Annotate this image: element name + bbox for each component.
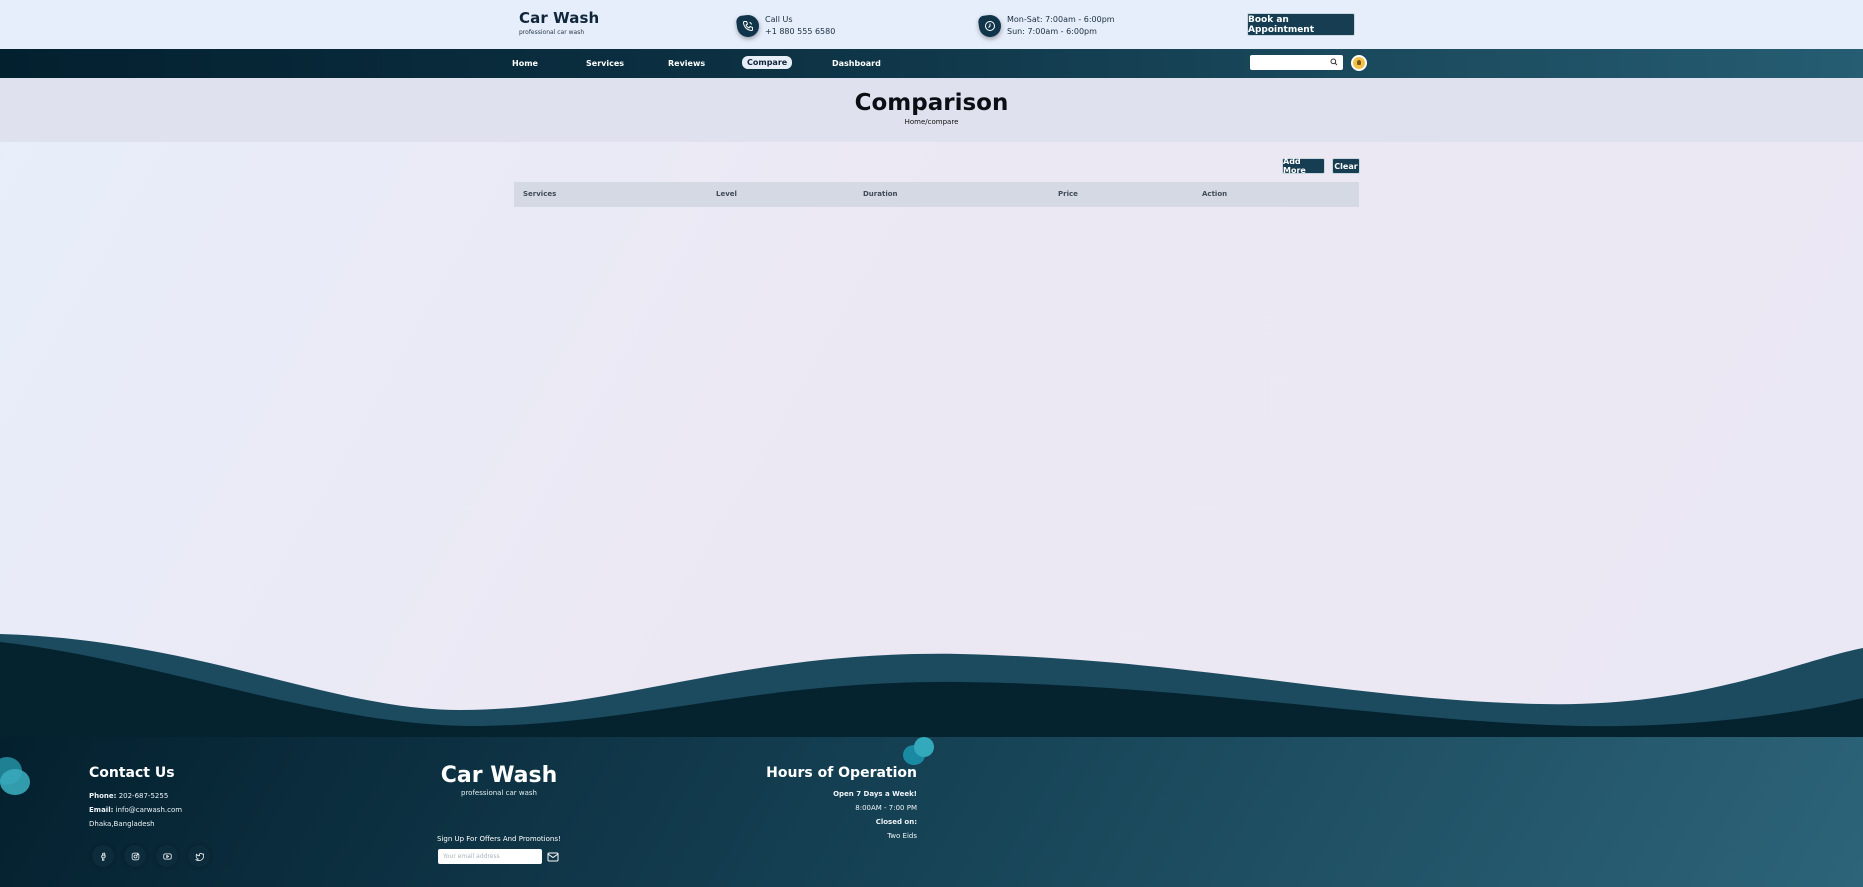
call-info: Call Us +1 880 555 6580 xyxy=(735,13,835,39)
hours-sunday: Sun: 7:00am - 6:00pm xyxy=(1007,27,1097,36)
mail-icon xyxy=(547,852,558,861)
footer-brand: Car Wash professional car wash xyxy=(437,763,561,797)
column-header-duration: Duration xyxy=(863,190,898,198)
email-label: Email: xyxy=(89,806,114,814)
clock-icon xyxy=(977,13,1003,39)
nav-item-compare[interactable]: Compare xyxy=(742,56,793,69)
page-title: Comparison xyxy=(854,90,1009,116)
nav-item-reviews[interactable]: Reviews xyxy=(663,57,710,70)
decorative-blob xyxy=(914,737,934,757)
youtube-icon[interactable] xyxy=(156,845,178,867)
page-banner: Comparison Home/compare xyxy=(0,78,1863,142)
clear-button[interactable]: Clear xyxy=(1332,158,1360,174)
send-email-button[interactable] xyxy=(545,849,560,864)
facebook-icon[interactable] xyxy=(92,845,114,867)
theme-toggle-icon[interactable] xyxy=(1351,55,1367,71)
column-header-level: Level xyxy=(716,190,737,198)
call-number[interactable]: +1 880 555 6580 xyxy=(765,26,835,38)
brand-subtitle: professional car wash xyxy=(519,29,585,36)
contact-address: Dhaka,Bangladesh xyxy=(89,820,155,828)
email-value[interactable]: info@carwash.com xyxy=(116,806,182,814)
contact-phone: Phone: 202-687-5255 xyxy=(89,792,168,800)
main-navbar: Home Services Reviews Compare Dashboard xyxy=(0,49,1863,78)
call-label: Call Us xyxy=(765,15,793,24)
site-footer: Contact Us Phone: 202-687-5255 Email: in… xyxy=(0,737,1863,887)
column-header-services: Services xyxy=(523,190,557,198)
compare-table-header: Services Level Duration Price Action xyxy=(514,182,1359,207)
footer-brand-title: Car Wash xyxy=(440,763,558,788)
footer-brand-subtitle: professional car wash xyxy=(461,789,537,797)
signup-text: Sign Up For Offers And Promotions! xyxy=(437,835,561,843)
hours-title: Hours of Operation xyxy=(766,765,917,781)
phone-icon xyxy=(735,13,761,39)
column-header-price: Price xyxy=(1058,190,1078,198)
add-more-button[interactable]: Add More xyxy=(1282,157,1325,175)
open-days: Open 7 Days a Week! xyxy=(833,790,917,798)
open-hours: 8:00AM - 7:00 PM xyxy=(855,804,917,812)
hours-of-operation: Hours of Operation Open 7 Days a Week! 8… xyxy=(760,765,917,843)
contact-email: Email: info@carwash.com xyxy=(89,806,182,814)
contact-title: Contact Us xyxy=(89,765,175,781)
phone-value[interactable]: 202-687-5255 xyxy=(119,792,169,800)
nav-item-services[interactable]: Services xyxy=(581,57,629,70)
closed-value: Two Eids xyxy=(887,832,917,840)
top-header: Car Wash professional car wash Call Us +… xyxy=(0,0,1863,49)
footer-wave-decoration xyxy=(0,634,1863,740)
hours-weekday: Mon-Sat: 7:00am - 6:00pm xyxy=(1007,15,1115,24)
column-header-action: Action xyxy=(1202,190,1228,198)
hours-info: Mon-Sat: 7:00am - 6:00pm Sun: 7:00am - 6… xyxy=(977,13,1115,39)
twitter-icon[interactable] xyxy=(188,845,210,867)
search-icon[interactable] xyxy=(1330,58,1338,66)
closed-label: Closed on: xyxy=(875,818,917,826)
search-input[interactable] xyxy=(1250,55,1343,70)
instagram-icon[interactable] xyxy=(124,845,146,867)
newsletter-email-input[interactable]: Your email address xyxy=(438,849,542,864)
phone-label: Phone: xyxy=(89,792,117,800)
decorative-blob xyxy=(0,769,30,795)
book-appointment-button[interactable]: Book an Appointment xyxy=(1247,13,1355,36)
brand-logo[interactable]: Car Wash professional car wash xyxy=(519,9,599,36)
nav-item-home[interactable]: Home xyxy=(507,57,543,70)
brand-title: Car Wash xyxy=(519,9,600,27)
nav-item-dashboard[interactable]: Dashboard xyxy=(827,57,886,70)
breadcrumb: Home/compare xyxy=(904,118,959,126)
